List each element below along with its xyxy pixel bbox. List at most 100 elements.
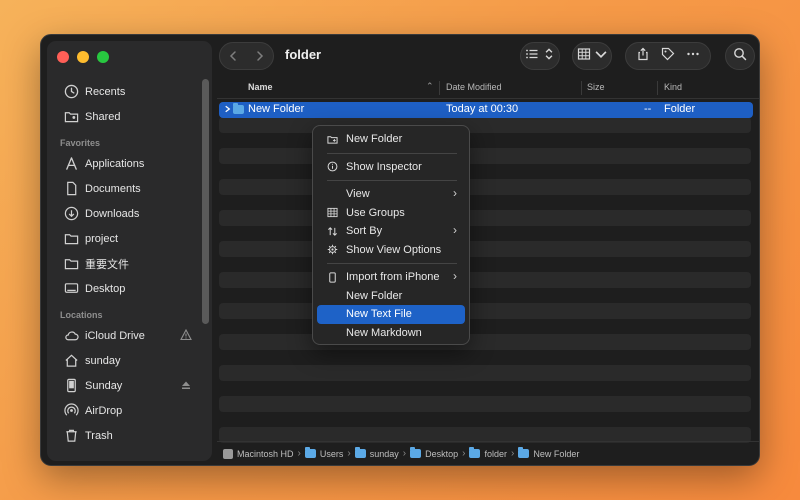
sort-chevron-up-icon: ⌃ xyxy=(426,81,434,91)
column-name[interactable]: Name xyxy=(248,82,273,92)
submenu-chevron-icon: › xyxy=(453,186,457,200)
list-row-empty xyxy=(219,396,751,412)
list-row-empty xyxy=(219,350,751,366)
updown-chevron-icon xyxy=(542,47,556,66)
sidebar-section-favorites: Favorites xyxy=(60,138,101,148)
row-size: -- xyxy=(644,103,652,115)
menu-item-new-text-file[interactable]: New Text File xyxy=(317,305,465,324)
sort-icon xyxy=(326,225,338,237)
menu-item-new-markdown[interactable]: New Markdown xyxy=(317,324,465,343)
list-row-empty xyxy=(219,226,751,242)
menu-separator xyxy=(327,180,457,181)
menu-item-label: New Folder xyxy=(346,289,403,302)
sidebar-item-label: 重要文件 xyxy=(85,258,129,271)
list-row-empty xyxy=(219,117,751,133)
chevron-left-icon[interactable] xyxy=(227,50,239,62)
path-crumb-label: sunday xyxy=(369,448,399,459)
path-crumb-label: New Folder xyxy=(533,448,580,459)
zoom-button[interactable] xyxy=(97,51,109,63)
menu-item-show-inspector[interactable]: Show Inspector xyxy=(317,158,465,177)
folder-icon xyxy=(354,447,366,458)
minimize-button[interactable] xyxy=(77,51,89,63)
sidebar-item-label: sunday xyxy=(85,354,121,367)
warning-icon xyxy=(180,328,192,341)
path-crumb-macintosh-hd[interactable]: Macintosh HD xyxy=(223,448,294,459)
share-icon[interactable] xyxy=(636,47,650,66)
column-divider[interactable] xyxy=(657,81,658,95)
list-row-empty xyxy=(219,195,751,211)
list-row-empty xyxy=(219,365,751,381)
applications-icon xyxy=(63,156,79,172)
hard-drive-icon xyxy=(223,448,233,459)
eject-icon[interactable] xyxy=(180,379,192,391)
sidebar-item-recents[interactable]: Recents xyxy=(47,79,212,104)
close-button[interactable] xyxy=(57,51,69,63)
path-separator-icon: › xyxy=(402,448,407,459)
cloud-icon xyxy=(63,328,79,344)
list-row-empty xyxy=(219,179,751,195)
row-kind: Folder xyxy=(664,103,696,115)
sidebar-scrollbar[interactable] xyxy=(202,79,209,324)
tag-icon[interactable] xyxy=(661,47,675,66)
column-divider[interactable] xyxy=(581,81,582,95)
column-size[interactable]: Size xyxy=(587,82,605,92)
path-crumb-sunday[interactable]: sunday xyxy=(354,447,399,459)
menu-item-label: New Folder xyxy=(346,133,403,146)
sidebar-item-applications[interactable]: Applications xyxy=(47,151,212,176)
search-button[interactable] xyxy=(725,42,755,70)
path-crumb-users[interactable]: Users xyxy=(304,447,344,459)
path-crumb-desktop[interactable]: Desktop xyxy=(410,447,458,459)
column-kind[interactable]: Kind xyxy=(664,82,682,92)
menu-item-import-from-iphone[interactable]: Import from iPhone › xyxy=(317,268,465,287)
sidebar-item-label: Downloads xyxy=(85,207,140,220)
search-icon xyxy=(733,47,747,66)
path-crumb-label: Users xyxy=(319,448,344,459)
sidebar-item-label: project xyxy=(85,232,119,245)
column-divider[interactable] xyxy=(439,81,440,95)
path-separator-icon: › xyxy=(347,448,351,459)
sidebar-item-shared[interactable]: Shared xyxy=(47,104,212,129)
folder-icon xyxy=(63,256,79,272)
drive-icon xyxy=(63,378,79,394)
sidebar-item-home[interactable]: sunday xyxy=(47,348,212,373)
window-controls xyxy=(57,51,109,63)
menu-item-view[interactable]: View › xyxy=(317,185,465,204)
iphone-icon xyxy=(326,271,338,283)
list-row-empty xyxy=(219,334,751,350)
folder-icon xyxy=(518,447,530,458)
menu-item-sort-by[interactable]: Sort By › xyxy=(317,222,465,241)
sidebar-item-downloads[interactable]: Downloads xyxy=(47,201,212,226)
menu-item-new-folder[interactable]: New Folder xyxy=(317,130,465,149)
column-date-modified[interactable]: Date Modified xyxy=(446,82,502,92)
sidebar-item-desktop[interactable]: Desktop xyxy=(47,276,212,301)
sidebar-item-trash[interactable]: Trash xyxy=(47,423,212,448)
clock-icon xyxy=(63,84,79,100)
grid-icon xyxy=(326,207,338,219)
sidebar-item-label: AirDrop xyxy=(85,404,123,417)
path-crumb-new-folder[interactable]: New Folder xyxy=(518,447,580,459)
menu-item-use-groups[interactable]: Use Groups xyxy=(317,204,465,223)
table-row-selected[interactable]: New Folder Today at 00:30 -- Folder xyxy=(219,102,753,118)
sidebar-item-important-files[interactable]: 重要文件 xyxy=(47,251,212,276)
sidebar-item-airdrop[interactable]: AirDrop xyxy=(47,398,212,423)
sidebar-item-icloud-drive[interactable]: iCloud Drive xyxy=(47,323,212,348)
menu-item-show-view-options[interactable]: Show View Options xyxy=(317,241,465,260)
path-crumb-folder[interactable]: folder xyxy=(469,447,507,459)
sidebar-item-documents[interactable]: Documents xyxy=(47,176,212,201)
menu-item-new-folder-2[interactable]: New Folder xyxy=(317,287,465,306)
chevron-right-icon[interactable] xyxy=(254,50,266,62)
disclosure-chevron-icon[interactable] xyxy=(223,102,232,119)
sidebar-item-sunday-drive[interactable]: Sunday xyxy=(47,373,212,398)
toolbar: folder xyxy=(217,35,759,77)
folder-icon xyxy=(410,447,422,458)
menu-item-label: Use Groups xyxy=(346,206,405,219)
sidebar-item-project[interactable]: project xyxy=(47,226,212,251)
group-button[interactable] xyxy=(572,42,612,70)
sidebar-item-label: Documents xyxy=(85,182,141,195)
path-crumb-label: Macintosh HD xyxy=(237,448,294,459)
folder-icon xyxy=(63,231,79,247)
info-icon xyxy=(326,161,338,173)
ellipsis-icon[interactable] xyxy=(686,47,700,66)
gear-icon xyxy=(326,244,338,256)
view-mode-button[interactable] xyxy=(520,42,560,70)
